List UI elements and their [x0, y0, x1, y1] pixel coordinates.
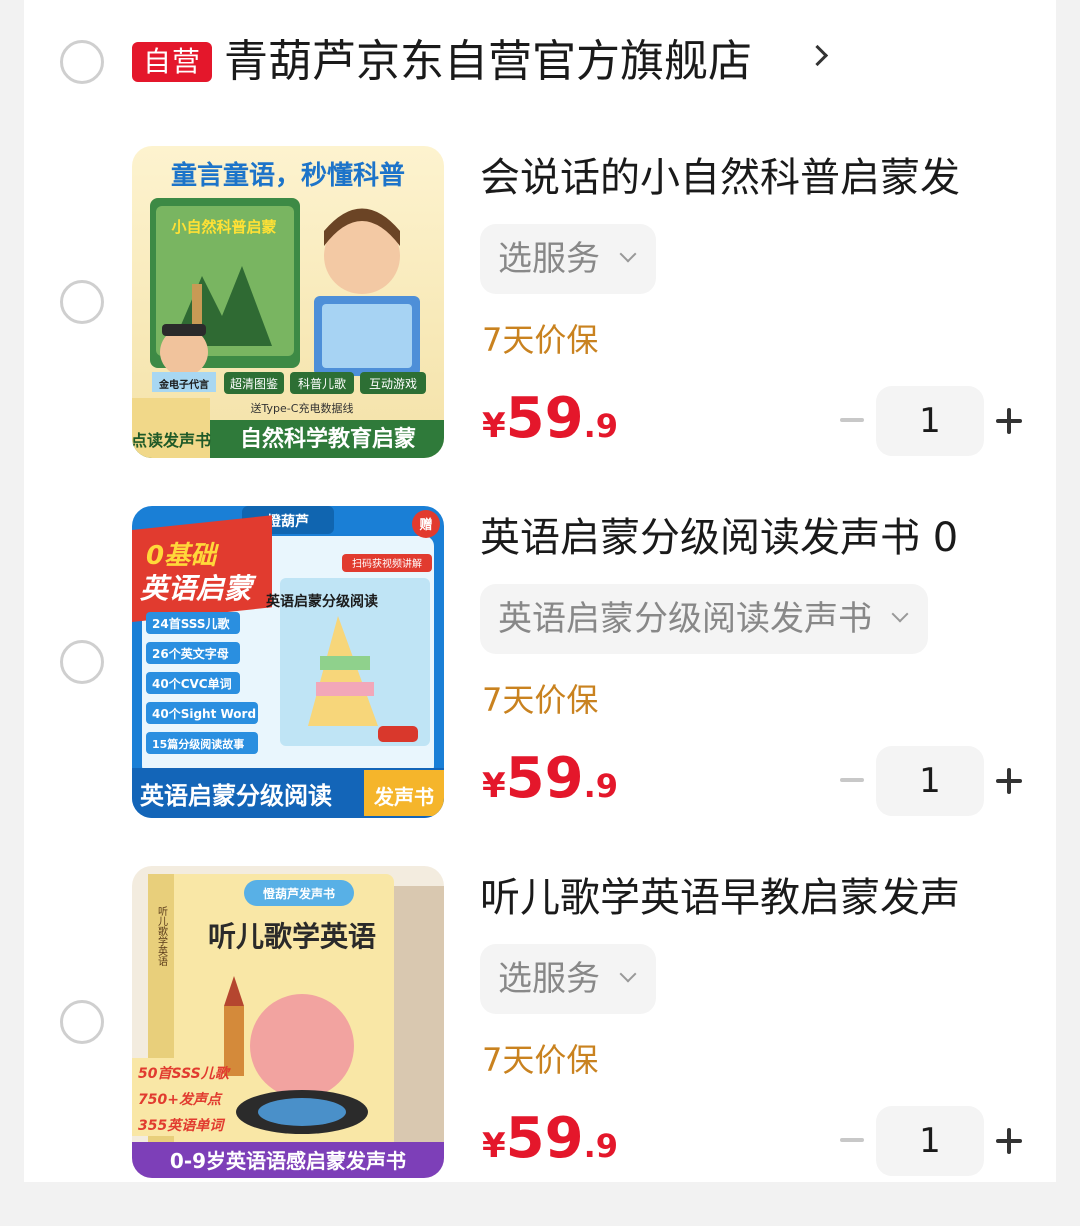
image-book-title: 听儿歌学英语 [208, 920, 376, 953]
product-image[interactable]: 听儿歌学英语 憕葫芦发声书 听儿歌学英语 50首SSS儿歌 750+发声点 35… [132, 866, 444, 1178]
image-feature: 科普儿歌 [298, 376, 346, 391]
image-footer: 自然科学教育启蒙 [240, 426, 416, 452]
item-select-radio[interactable] [60, 1000, 104, 1044]
quantity-input[interactable]: 1 [876, 386, 984, 456]
increase-quantity-button[interactable] [996, 1128, 1022, 1154]
image-footer-tag: 发声书 [373, 785, 434, 809]
cart-item: 童言童语，秒懂科普 小自然科普启蒙 金电子代言 超清图鉴 科普儿歌 互动游戏 送… [24, 146, 1056, 506]
image-brand: 憕葫芦 [267, 513, 309, 530]
service-selector[interactable]: 英语启蒙分级阅读发声书 [480, 584, 928, 654]
price-currency: ¥ [482, 1126, 506, 1166]
service-selector[interactable]: 选服务 [480, 944, 656, 1014]
price-integer: 59 [505, 1106, 584, 1171]
shop-name-link[interactable]: 青葫芦京东自营官方旗舰店 [224, 34, 752, 90]
product-price: ¥59.9 [482, 1104, 618, 1174]
quantity-input[interactable]: 1 [876, 1106, 984, 1176]
price-decimal: .9 [583, 1127, 619, 1165]
image-gift-badge: 赠 [419, 517, 432, 533]
image-feature: 超清图鉴 [230, 376, 278, 391]
image-corner-tag: 点读发声书 [132, 431, 211, 450]
image-gift-note: 送Type-C充电数据线 [251, 401, 354, 415]
product-price: ¥59.9 [482, 384, 618, 454]
cart-item: 憕葫芦 赠 0基础 英语启蒙 扫码获视频讲解 英语启蒙分级阅读 24首SSS儿歌 [24, 506, 1056, 866]
price-protect-tag: 7天价保 [482, 1041, 599, 1079]
image-feature: 24首SSS儿歌 [152, 616, 231, 631]
image-side-tag: 金电子代言 [158, 378, 209, 391]
price-integer: 59 [505, 386, 584, 451]
image-stat: 355英语单词 [138, 1117, 226, 1134]
image-footer: 英语启蒙分级阅读 [140, 782, 332, 810]
product-title[interactable]: 英语启蒙分级阅读发声书 0 [480, 512, 1040, 564]
service-label: 选服务 [498, 239, 600, 279]
shop-header: 自营 青葫芦京东自营官方旗舰店 [24, 0, 1056, 124]
image-footer: 0-9岁英语语感启蒙发声书 [170, 1149, 406, 1173]
image-headline: 英语启蒙 [140, 572, 257, 605]
price-integer: 59 [505, 746, 584, 811]
image-headline: 0基础 [146, 541, 219, 571]
product-price: ¥59.9 [482, 744, 618, 814]
shop-select-radio[interactable] [60, 40, 104, 84]
chevron-right-icon[interactable] [806, 44, 829, 67]
product-title[interactable]: 听儿歌学英语早教启蒙发声 [480, 872, 1040, 924]
price-currency: ¥ [482, 406, 506, 446]
image-feature: 15篇分级阅读故事 [152, 737, 244, 751]
chevron-down-icon [619, 245, 637, 263]
service-label: 英语启蒙分级阅读发声书 [498, 599, 872, 639]
price-protect-tag: 7天价保 [482, 681, 599, 719]
image-headline: 童言童语，秒懂科普 [171, 160, 405, 191]
image-stat: 750+发声点 [138, 1091, 223, 1108]
image-spine: 听儿歌学英语 [156, 906, 168, 967]
image-feature: 互动游戏 [369, 377, 417, 391]
price-protect-tag: 7天价保 [482, 321, 599, 359]
decrease-quantity-button[interactable] [840, 1138, 864, 1142]
cart-shop-card: 自营 青葫芦京东自营官方旗舰店 童言童语，秒懂科普 小自然科普启蒙 金电子代言 … [24, 0, 1056, 1182]
price-currency: ¥ [482, 766, 506, 806]
product-image[interactable]: 憕葫芦 赠 0基础 英语启蒙 扫码获视频讲解 英语启蒙分级阅读 24首SSS儿歌 [132, 506, 444, 818]
image-top-tag: 憕葫芦发声书 [263, 886, 335, 901]
cart-item: 听儿歌学英语 憕葫芦发声书 听儿歌学英语 50首SSS儿歌 750+发声点 35… [24, 866, 1056, 1226]
self-operated-badge: 自营 [132, 42, 212, 82]
price-decimal: .9 [583, 767, 619, 805]
increase-quantity-button[interactable] [996, 408, 1022, 434]
image-feature: 26个英文字母 [152, 646, 229, 661]
increase-quantity-button[interactable] [996, 768, 1022, 794]
decrease-quantity-button[interactable] [840, 418, 864, 422]
item-select-radio[interactable] [60, 640, 104, 684]
service-label: 选服务 [498, 959, 600, 999]
image-stat: 50首SSS儿歌 [138, 1065, 232, 1082]
service-selector[interactable]: 选服务 [480, 224, 656, 294]
price-decimal: .9 [583, 407, 619, 445]
product-title[interactable]: 会说话的小自然科普启蒙发 [480, 152, 1040, 204]
image-book-title: 英语启蒙分级阅读 [265, 593, 378, 610]
image-scan-note: 扫码获视频讲解 [352, 557, 422, 570]
image-feature: 40个Sight Word [152, 706, 256, 721]
image-feature: 40个CVC单词 [152, 676, 232, 691]
quantity-input[interactable]: 1 [876, 746, 984, 816]
chevron-down-icon [891, 605, 909, 623]
item-select-radio[interactable] [60, 280, 104, 324]
image-cover-title: 小自然科普启蒙 [171, 218, 276, 236]
chevron-down-icon [619, 965, 637, 983]
decrease-quantity-button[interactable] [840, 778, 864, 782]
product-image[interactable]: 童言童语，秒懂科普 小自然科普启蒙 金电子代言 超清图鉴 科普儿歌 互动游戏 送… [132, 146, 444, 458]
